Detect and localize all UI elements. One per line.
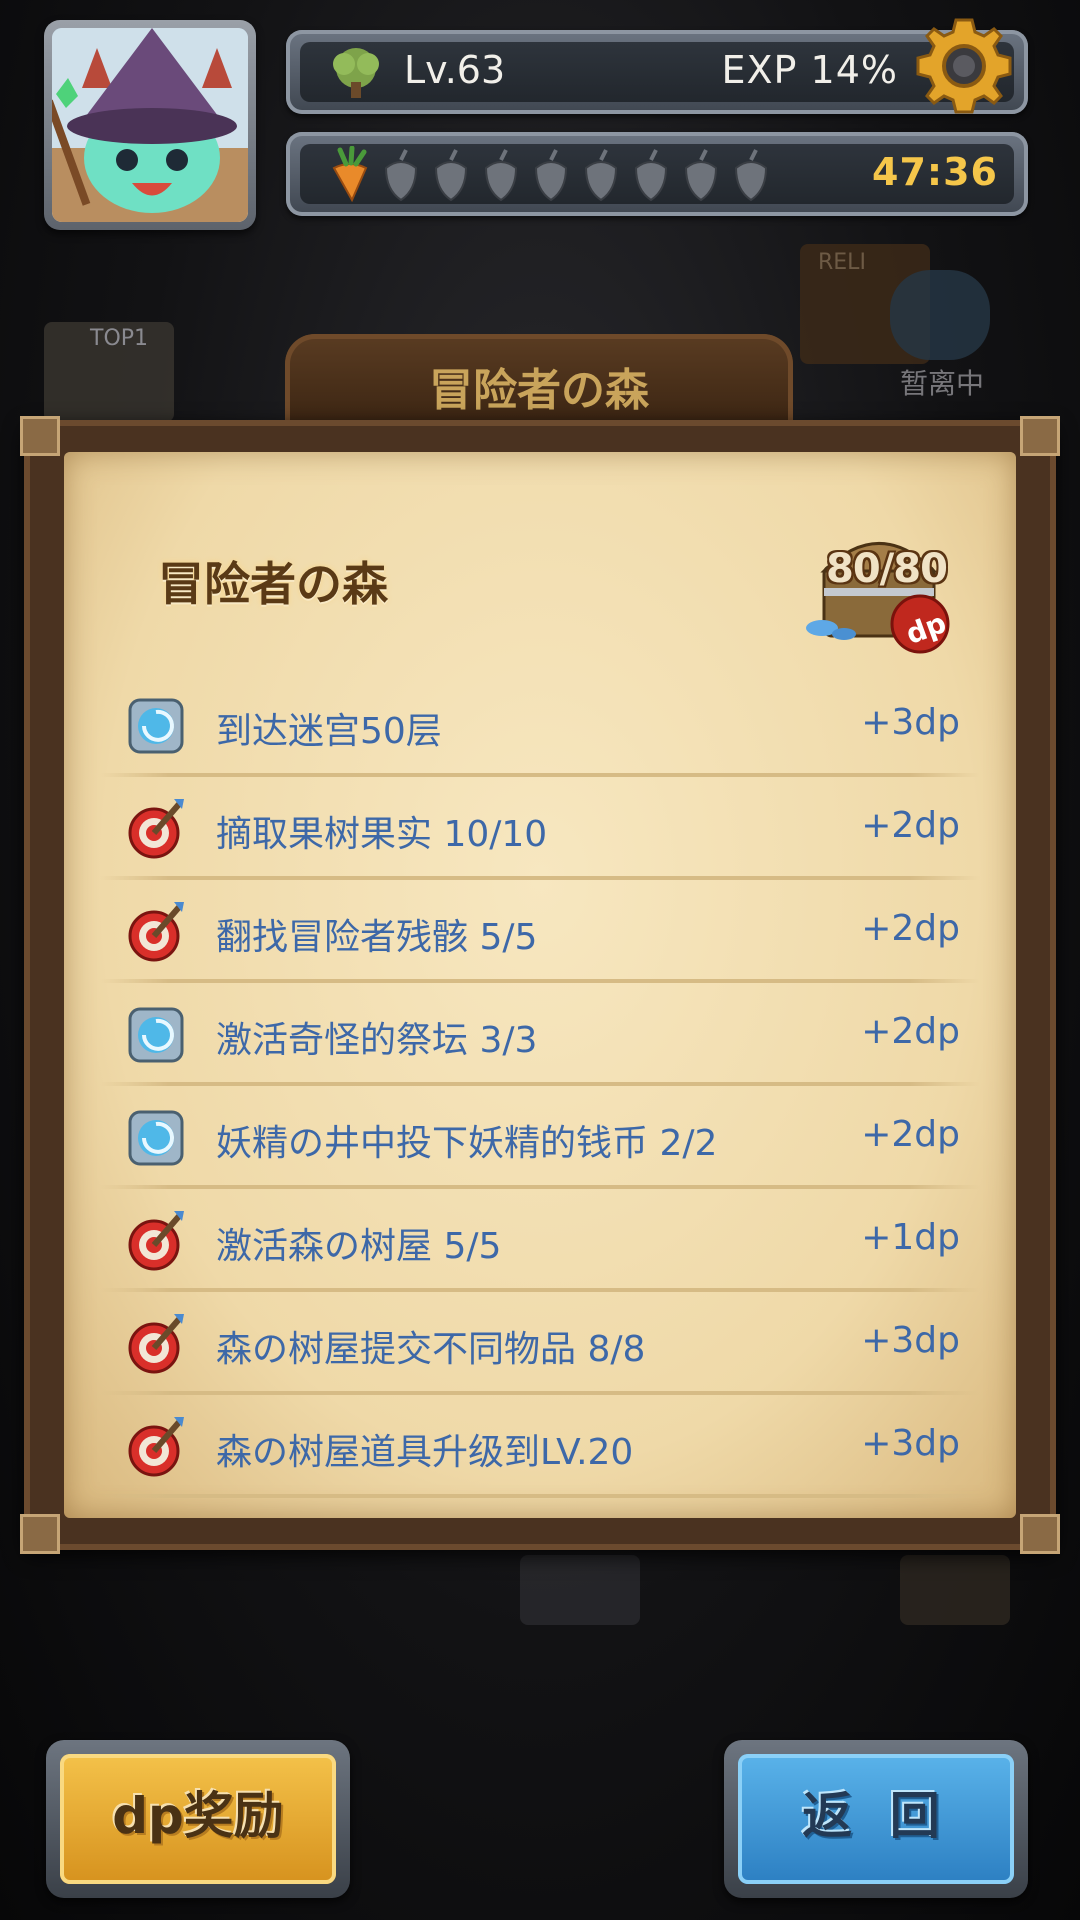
dp-reward-label: dp奖励 <box>112 1787 284 1845</box>
task-description: 森の树屋提交不同物品 8/8 <box>216 1329 646 1370</box>
task-reward: +2dp <box>861 805 960 846</box>
background-figure-left <box>520 1555 640 1625</box>
task-row[interactable]: 激活森の树屋 5/5 +1dp <box>100 1189 980 1292</box>
task-row[interactable]: 妖精の井中投下妖精的钱币 2/2 +2dp <box>100 1086 980 1189</box>
task-reward: +2dp <box>861 908 960 949</box>
panel-corner <box>1020 416 1060 456</box>
away-status-label: 暂离中 <box>900 367 985 400</box>
target-icon <box>124 1207 188 1273</box>
panel-title: 冒险者の森 <box>158 557 388 611</box>
task-row[interactable]: 翻找冒险者残骸 5/5 +2dp <box>100 880 980 983</box>
avatar-portrait <box>52 28 248 222</box>
area-title: 冒险者の森 <box>429 365 649 416</box>
panel-corner <box>1020 1514 1060 1554</box>
task-list: 到达迷宫50层 +3dp 摘取果树果实 10/10 +2dp 翻找冒险者残骸 5/5 +2… <box>100 674 980 1498</box>
empty-stamina-icon <box>434 149 468 202</box>
panel-corner <box>20 1514 60 1554</box>
background-figure-right <box>900 1555 1010 1625</box>
stamina-acorns <box>326 146 776 202</box>
task-description: 妖精の井中投下妖精的钱币 2/2 <box>216 1123 718 1164</box>
wizard-slime-icon <box>52 28 248 222</box>
back-label: 返 回 <box>802 1787 950 1845</box>
tree-level-icon <box>333 48 379 98</box>
back-button[interactable]: 返 回 <box>724 1740 1028 1898</box>
task-description: 摘取果树果实 10/10 <box>216 814 548 855</box>
dp-progress-count: 80/80 <box>826 546 948 592</box>
empty-stamina-icon <box>384 149 418 202</box>
level-label: Lv.63 <box>404 48 506 92</box>
portal-icon <box>124 1104 188 1170</box>
target-icon <box>124 898 188 964</box>
task-reward: +2dp <box>861 1114 960 1155</box>
settings-gear-icon[interactable] <box>912 14 1016 118</box>
portal-icon <box>124 692 188 758</box>
task-reward: +2dp <box>861 1011 960 1052</box>
task-description: 森の树屋道具升级到LV.20 <box>216 1432 634 1473</box>
target-icon <box>124 795 188 861</box>
task-row[interactable]: 摘取果树果实 10/10 +2dp <box>100 777 980 880</box>
panel-corner <box>20 416 60 456</box>
empty-stamina-icon <box>634 149 668 202</box>
area-title-plank: 冒险者の森 <box>285 334 793 430</box>
dp-reward-button[interactable]: dp奖励 <box>46 1740 350 1898</box>
task-row[interactable]: 到达迷宫50层 +3dp <box>100 674 980 777</box>
stamina-bar: 47:36 <box>286 132 1028 216</box>
task-reward: +3dp <box>861 702 960 743</box>
task-reward: +3dp <box>861 1320 960 1361</box>
portal-icon <box>124 1001 188 1067</box>
player-avatar[interactable] <box>44 20 256 230</box>
empty-stamina-icon <box>684 149 718 202</box>
background-relic-label: RELI <box>818 250 866 275</box>
exp-label: EXP 14% <box>721 48 898 92</box>
task-description: 到达迷宫50层 <box>216 711 442 752</box>
row-divider <box>100 1494 980 1498</box>
task-row[interactable]: 森の树屋道具升级到LV.20 +3dp <box>100 1395 980 1498</box>
task-row[interactable]: 激活奇怪的祭坛 3/3 +2dp <box>100 983 980 1086</box>
empty-stamina-icon <box>484 149 518 202</box>
task-description: 激活森の树屋 5/5 <box>216 1226 502 1267</box>
stamina-timer: 47:36 <box>872 150 998 194</box>
target-icon <box>124 1310 188 1376</box>
task-reward: +3dp <box>861 1423 960 1464</box>
background-portal <box>890 270 990 360</box>
task-row[interactable]: 森の树屋提交不同物品 8/8 +3dp <box>100 1292 980 1395</box>
background-sign-label: TOP1 <box>90 326 149 351</box>
parchment-sheet: 冒险者の森 80/80 dp 到达迷宫50层 +3dp 摘取果树果实 10/10 +2… <box>64 452 1016 1518</box>
carrot-stamina-icon <box>332 146 368 202</box>
target-icon <box>124 1413 188 1479</box>
achievement-panel: 冒险者の森 80/80 dp 到达迷宫50层 +3dp 摘取果树果实 10/10 +2… <box>20 416 1060 1554</box>
task-reward: +1dp <box>861 1217 960 1258</box>
task-description: 激活奇怪的祭坛 3/3 <box>216 1020 538 1061</box>
empty-stamina-icon <box>734 149 768 202</box>
task-description: 翻找冒险者残骸 5/5 <box>216 917 538 958</box>
empty-stamina-icon <box>534 149 568 202</box>
empty-stamina-icon <box>584 149 618 202</box>
